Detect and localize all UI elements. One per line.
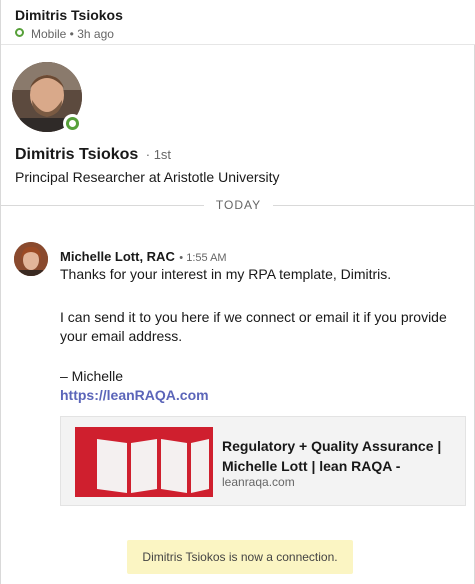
profile-name[interactable]: Dimitris Tsiokos	[15, 146, 138, 163]
preview-logo-graphic	[75, 427, 213, 497]
connection-notice: Dimitris Tsiokos is now a connection.	[127, 540, 353, 574]
sender-name[interactable]: Michelle Lott, RAC	[60, 249, 175, 264]
date-divider-label: TODAY	[215, 198, 262, 212]
presence-icon	[15, 28, 24, 37]
sender-avatar[interactable]	[14, 242, 48, 276]
message-line: your email address.	[60, 328, 183, 344]
message-header: Michelle Lott, RAC • 1:55 AM	[60, 248, 227, 266]
online-status-icon	[63, 114, 82, 133]
header-contact-name[interactable]: Dimitris Tsiokos	[15, 7, 123, 23]
connection-degree: · 1st	[145, 147, 172, 162]
message-line: I can send it to you here if we connect …	[60, 309, 447, 325]
link-preview-domain: leanraqa.com	[222, 475, 295, 489]
sender-photo	[14, 242, 48, 276]
link-preview-image	[75, 427, 213, 497]
message-line: Thanks for your interest in my RPA templ…	[60, 266, 392, 282]
link-preview-title-line: Regulatory + Quality Assurance |	[222, 438, 442, 454]
profile-name-row: Dimitris Tsiokos · 1st	[15, 146, 171, 164]
divider-line-right	[273, 205, 475, 206]
link-preview-title-line: Michelle Lott | lean RAQA -	[222, 458, 401, 474]
header-status: Mobile • 3h ago	[31, 27, 114, 41]
message-line: – Michelle	[60, 368, 124, 384]
conversation-panel: Dimitris Tsiokos Mobile • 3h ago Dimitri…	[0, 0, 475, 584]
link-preview-title[interactable]: Regulatory + Quality Assurance | Michell…	[222, 436, 441, 476]
conversation-header: Dimitris Tsiokos Mobile • 3h ago	[1, 0, 475, 45]
divider-line-left	[1, 205, 204, 206]
link-preview-card[interactable]: Regulatory + Quality Assurance | Michell…	[60, 416, 466, 506]
profile-headline: Principal Researcher at Aristotle Univer…	[15, 169, 280, 185]
message-timestamp: • 1:55 AM	[179, 252, 227, 264]
message-link[interactable]: https://leanRAQA.com	[60, 387, 209, 403]
